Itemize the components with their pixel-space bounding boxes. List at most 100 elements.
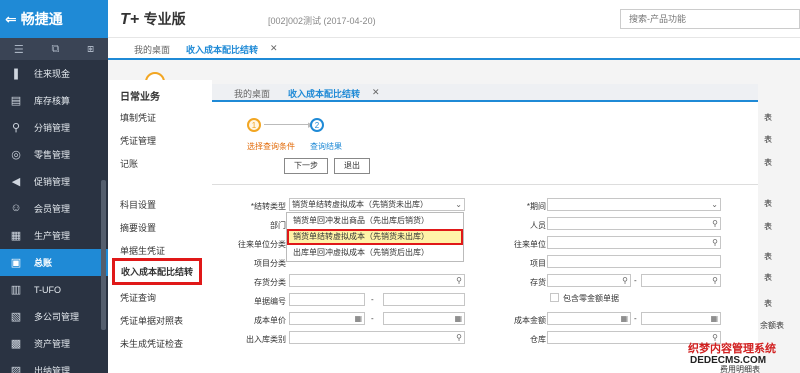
top-header: T+ 专业版 [002]002测试 (2017-04-20) <box>108 0 800 38</box>
step-2-label: 查询结果 <box>310 142 342 151</box>
inner-tab-income-cost-transfer[interactable]: 收入成本配比结转 <box>288 87 360 100</box>
member-icon: ☺ <box>10 201 22 214</box>
dropdown-option-selected[interactable]: 销货单结转虚拟成本（先销货未出库） <box>287 229 463 245</box>
calculator-icon[interactable]: ▦ <box>354 313 362 324</box>
sidebar-toolbar: ☰ ⧉ ⧆ <box>0 38 108 60</box>
period-select[interactable]: ⌄ <box>547 198 721 211</box>
layout-icon[interactable]: ⧉ <box>52 43 60 56</box>
zero-amount-checkbox[interactable] <box>550 293 559 302</box>
doc-no-to-field[interactable] <box>383 293 465 306</box>
sidebar-item-cashier[interactable]: ▨ 出纳管理 <box>0 357 108 373</box>
menu-item-voucher-mgmt[interactable]: 凭证管理 <box>120 134 156 147</box>
transfer-type-label: *结转类型 <box>250 202 286 211</box>
section-divider <box>212 184 758 185</box>
menu-item-unvouchered-check[interactable]: 未生成凭证检查 <box>120 337 183 350</box>
right-report-link[interactable]: 表 <box>764 221 772 232</box>
step-connector <box>264 124 310 125</box>
step-1-label: 选择查询条件 <box>247 142 295 151</box>
right-report-link[interactable]: 表 <box>764 298 772 309</box>
step-2-circle: 2 <box>310 118 324 132</box>
range-dash: - <box>371 295 374 304</box>
menu-item-post[interactable]: 记账 <box>120 157 138 170</box>
sidebar-item-label: 总账 <box>34 258 53 268</box>
cost-amount-label: 成本金额 <box>514 316 546 325</box>
dropdown-option[interactable]: 出库单回冲虚拟成本（先销货后出库） <box>287 245 463 261</box>
stock-to-field[interactable]: ⚲ <box>641 274 721 287</box>
next-step-button[interactable]: 下一步 <box>284 158 328 174</box>
sidebar-item-label: 促销管理 <box>34 177 71 187</box>
unit-cost-from-field[interactable]: ▦ <box>289 312 365 325</box>
stock-label: 存货 <box>530 278 546 287</box>
calculator-icon[interactable]: ▦ <box>454 313 462 324</box>
menu-item-voucher-doc-compare[interactable]: 凭证单据对照表 <box>120 314 183 327</box>
menu-icon[interactable]: ☰ <box>14 43 24 56</box>
search-icon[interactable]: ⚲ <box>712 275 718 286</box>
transfer-type-select[interactable]: 销货单结转虚拟成本（先销货未出库） ⌄ <box>289 198 465 211</box>
menu-item-account-setup[interactable]: 科目设置 <box>120 198 156 211</box>
brand-logo[interactable]: ⇐ 畅捷通 <box>0 0 108 38</box>
person-field[interactable]: ⚲ <box>547 217 721 230</box>
right-report-link[interactable]: 表 <box>764 157 772 168</box>
back-arrow-icon[interactable]: ⇐ <box>5 11 17 28</box>
unit-cost-to-field[interactable]: ▦ <box>383 312 465 325</box>
sidebar-item-production[interactable]: ▦ 生产管理 <box>0 222 108 249</box>
partner-class-label: 往来单位分类 <box>238 240 286 249</box>
sidebar-item-membership[interactable]: ☺ 会员管理 <box>0 195 108 222</box>
right-report-link[interactable]: 表 <box>764 251 772 262</box>
cash-icon: ❚ <box>11 67 21 80</box>
right-report-link[interactable]: 表 <box>764 112 772 123</box>
stock-class-field[interactable]: ⚲ <box>289 274 465 287</box>
retail-icon: ◎ <box>11 148 21 161</box>
logo-suffix: 专业版 <box>143 11 186 27</box>
partner-field[interactable]: ⚲ <box>547 236 721 249</box>
calculator-icon[interactable]: ▦ <box>710 313 718 324</box>
sidebar-item-t-ufo[interactable]: ▥ T-UFO <box>0 276 108 303</box>
menu-item-fill-voucher[interactable]: 填制凭证 <box>120 111 156 124</box>
sidebar-item-label: 资产管理 <box>34 339 71 349</box>
inner-tab-home[interactable]: 我的桌面 <box>234 87 270 100</box>
cost-amount-to-field[interactable]: ▦ <box>641 312 721 325</box>
cost-amount-from-field[interactable]: ▦ <box>547 312 631 325</box>
sidebar-item-promotion[interactable]: ◀ 促销管理 <box>0 168 108 195</box>
share-icon[interactable]: ⧆ <box>87 43 94 56</box>
tab-income-cost-transfer[interactable]: 收入成本配比结转 <box>186 43 258 56</box>
menu-item-doc-to-voucher[interactable]: 单据生凭证 <box>120 244 165 257</box>
tab-home[interactable]: 我的桌面 <box>134 43 170 56</box>
calculator-icon[interactable]: ▦ <box>620 313 628 324</box>
person-label: 人员 <box>530 221 546 230</box>
distribution-icon: ⚲ <box>11 121 21 134</box>
period-label: *期间 <box>526 202 546 211</box>
range-dash: - <box>371 314 374 323</box>
sidebar-item-distribution[interactable]: ⚲ 分销管理 <box>0 114 108 141</box>
search-icon[interactable]: ⚲ <box>456 275 462 286</box>
sidebar-scrollbar[interactable] <box>101 180 106 330</box>
close-icon[interactable]: ✕ <box>372 87 380 98</box>
right-report-link[interactable]: 表 <box>764 272 772 283</box>
search-input[interactable] <box>620 9 800 29</box>
right-report-link[interactable]: 表 <box>764 134 772 145</box>
range-dash: - <box>634 314 637 323</box>
sidebar-item-ar-ap-cash[interactable]: ❚ 往来现金 <box>0 60 108 87</box>
search-icon[interactable]: ⚲ <box>622 275 628 286</box>
sidebar-item-general-ledger[interactable]: ▣ 总账 <box>0 249 108 276</box>
dropdown-option[interactable]: 销货单回冲发出商品（先出库后销货） <box>287 213 463 229</box>
sidebar-item-multi-company[interactable]: ▧ 多公司管理 <box>0 303 108 330</box>
sidebar-item-inventory-accounting[interactable]: ▤ 库存核算 <box>0 87 108 114</box>
sidebar-item-retail[interactable]: ◎ 零售管理 <box>0 141 108 168</box>
doc-no-from-field[interactable] <box>289 293 365 306</box>
exit-button[interactable]: 退出 <box>334 158 370 174</box>
item-field[interactable] <box>547 255 721 268</box>
right-report-link[interactable]: 余额表 <box>760 320 784 331</box>
menu-title: 日常业务 <box>120 92 160 103</box>
search-icon[interactable]: ⚲ <box>456 332 462 343</box>
search-icon[interactable]: ⚲ <box>712 237 718 248</box>
stock-from-field[interactable]: ⚲ <box>547 274 631 287</box>
sidebar-item-asset[interactable]: ▩ 资产管理 <box>0 330 108 357</box>
close-icon[interactable]: ✕ <box>270 43 278 54</box>
search-icon[interactable]: ⚲ <box>712 218 718 229</box>
io-type-field[interactable]: ⚲ <box>289 331 465 344</box>
menu-item-income-cost-transfer[interactable]: 收入成本配比结转 <box>112 258 203 285</box>
menu-item-voucher-query[interactable]: 凭证查询 <box>120 291 156 304</box>
menu-item-summary-setup[interactable]: 摘要设置 <box>120 221 156 234</box>
right-report-link[interactable]: 表 <box>764 198 772 209</box>
